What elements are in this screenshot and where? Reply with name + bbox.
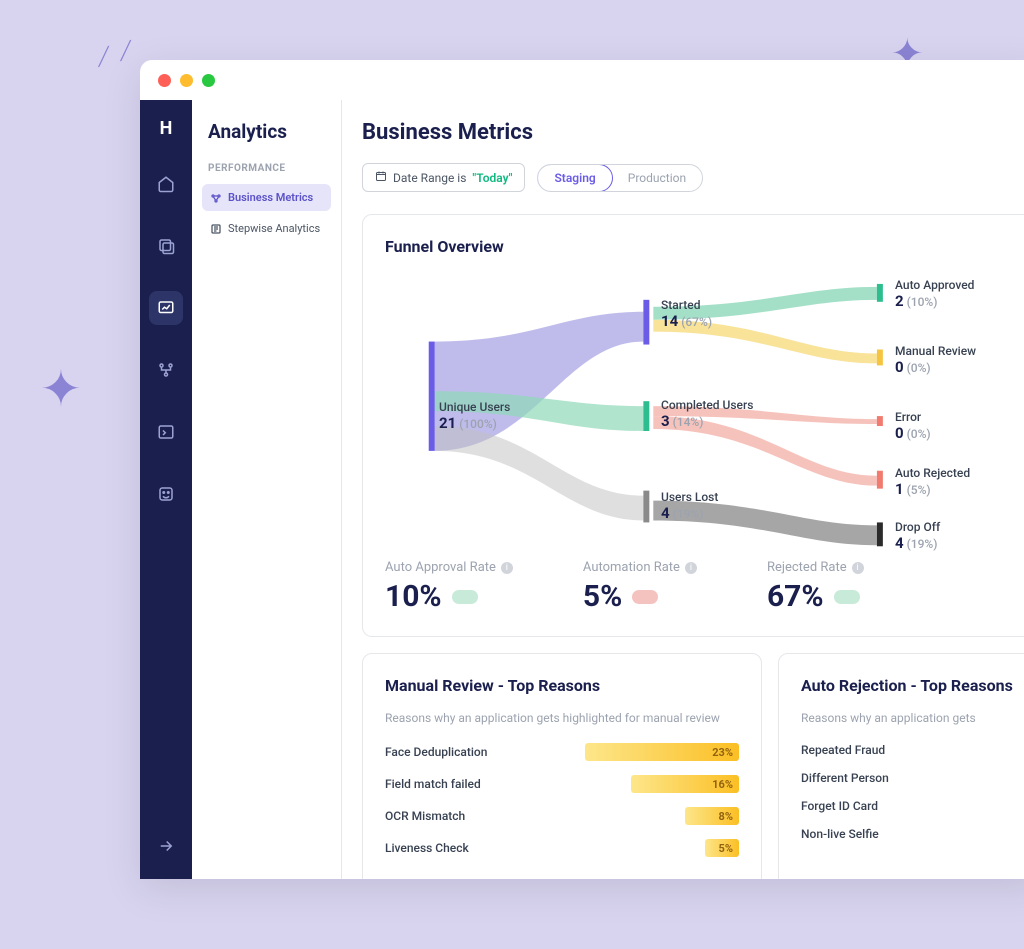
reason-bar: 23%	[585, 743, 739, 761]
terminal-icon[interactable]	[149, 415, 183, 449]
reason-bar-track: 16%	[585, 775, 739, 793]
reason-label: Forget ID Card	[801, 799, 1001, 813]
funnel-node-auto-approved: Auto Approved 2 (10%)	[895, 278, 974, 310]
main-content: Business Metrics Date Range is "Today" S…	[342, 100, 1024, 879]
date-range-value: "Today"	[472, 171, 512, 185]
analytics-icon[interactable]	[149, 291, 183, 325]
sidebar-item-label: Stepwise Analytics	[228, 222, 320, 235]
reason-label: Face Deduplication	[385, 745, 585, 759]
home-icon[interactable]	[149, 167, 183, 201]
sidebar-item-label: Business Metrics	[228, 191, 313, 204]
environment-toggle: Staging Production	[537, 164, 703, 192]
reason-row: Different Person	[801, 771, 1024, 785]
funnel-chart: Unique Users 21 (100%) Started 14 (67%) …	[385, 272, 1021, 552]
accent-lines-icon: ⟋ ⟋	[92, 35, 137, 72]
info-icon[interactable]: i	[685, 562, 697, 574]
app-logo-icon[interactable]: H	[160, 118, 173, 139]
funnel-node-auto-rejected: Auto Rejected 1 (5%)	[895, 466, 970, 498]
info-icon[interactable]: i	[852, 562, 864, 574]
trend-pill-icon	[834, 590, 860, 604]
reason-cards-row: Manual Review - Top Reasons Reasons why …	[362, 653, 1024, 879]
auto-rejection-subtitle: Reasons why an application gets	[801, 711, 1024, 725]
page-title: Business Metrics	[362, 120, 1024, 145]
reason-label: Repeated Fraud	[801, 743, 1001, 757]
rejected-rate: Rejected Ratei 67%	[767, 560, 864, 614]
reason-bar-track: 5%	[585, 839, 739, 857]
stepwise-icon	[210, 223, 222, 235]
info-icon[interactable]: i	[501, 562, 513, 574]
reason-row: Face Deduplication 23%	[385, 743, 739, 761]
sparkle-decoration-icon: ✦	[40, 360, 82, 419]
sidebar-title: Analytics	[202, 120, 331, 143]
staging-button[interactable]: Staging	[537, 164, 612, 192]
reason-bar: 8%	[685, 807, 739, 825]
reason-row: Non-live Selfie	[801, 827, 1024, 841]
app-window: H Analytics	[140, 60, 1024, 879]
window-minimize-button[interactable]	[180, 74, 193, 87]
auto-approval-rate: Auto Approval Ratei 10%	[385, 560, 513, 614]
funnel-node-unique: Unique Users 21 (100%)	[439, 400, 510, 432]
funnel-node-error: Error 0 (0%)	[895, 410, 931, 442]
rates-row: Auto Approval Ratei 10% Automation Ratei…	[385, 560, 1021, 614]
funnel-node-started: Started 14 (67%)	[661, 298, 712, 330]
manual-review-title: Manual Review - Top Reasons	[385, 676, 739, 695]
reason-row: Liveness Check 5%	[385, 839, 739, 857]
workflow-icon[interactable]	[149, 353, 183, 387]
funnel-node-drop-off: Drop Off 4 (19%)	[895, 520, 940, 552]
layers-icon[interactable]	[149, 229, 183, 263]
reason-bar: 5%	[705, 839, 739, 857]
emoji-icon[interactable]	[149, 477, 183, 511]
date-range-filter[interactable]: Date Range is "Today"	[362, 163, 525, 192]
reason-label: Non-live Selfie	[801, 827, 1001, 841]
sidebar-section-label: PERFORMANCE	[202, 163, 331, 174]
window-maximize-button[interactable]	[202, 74, 215, 87]
sidebar-item-stepwise-analytics[interactable]: Stepwise Analytics	[202, 215, 331, 242]
funnel-title: Funnel Overview	[385, 237, 1021, 256]
sidebar: Analytics PERFORMANCE Business Metrics S…	[192, 100, 342, 879]
sidebar-item-business-metrics[interactable]: Business Metrics	[202, 184, 331, 211]
reason-label: OCR Mismatch	[385, 809, 585, 823]
production-button[interactable]: Production	[612, 165, 702, 191]
automation-rate: Automation Ratei 5%	[583, 560, 697, 614]
reason-label: Liveness Check	[385, 841, 585, 855]
reason-row: Field match failed 16%	[385, 775, 739, 793]
manual-review-card: Manual Review - Top Reasons Reasons why …	[362, 653, 762, 879]
collapse-rail-icon[interactable]	[157, 837, 175, 879]
auto-rejection-card: Auto Rejection - Top Reasons Reasons why…	[778, 653, 1024, 879]
app-body: H Analytics	[140, 100, 1024, 879]
manual-review-subtitle: Reasons why an application gets highligh…	[385, 711, 739, 725]
funnel-node-manual-review: Manual Review 0 (0%)	[895, 344, 976, 376]
trend-pill-icon	[452, 590, 478, 604]
reason-row: Forget ID Card	[801, 799, 1024, 813]
reason-row: Repeated Fraud	[801, 743, 1024, 757]
reason-bar-track: 8%	[585, 807, 739, 825]
trend-pill-icon	[632, 590, 658, 604]
nav-rail: H	[140, 100, 192, 879]
reason-row: OCR Mismatch 8%	[385, 807, 739, 825]
reason-label: Different Person	[801, 771, 1001, 785]
date-range-label: Date Range is	[393, 171, 466, 185]
window-close-button[interactable]	[158, 74, 171, 87]
window-titlebar	[140, 60, 1024, 100]
funnel-node-completed: Completed Users 3 (14%)	[661, 398, 753, 430]
metrics-icon	[210, 192, 222, 204]
reason-label: Field match failed	[385, 777, 585, 791]
funnel-overview-card: Funnel Overview	[362, 214, 1024, 637]
filter-bar: Date Range is "Today" Staging Production	[362, 163, 1024, 192]
funnel-node-lost: Users Lost 4 (19%)	[661, 490, 718, 522]
calendar-icon	[375, 170, 387, 185]
reason-bar: 16%	[631, 775, 739, 793]
auto-rejection-title: Auto Rejection - Top Reasons	[801, 676, 1024, 695]
reason-bar-track: 23%	[585, 743, 739, 761]
